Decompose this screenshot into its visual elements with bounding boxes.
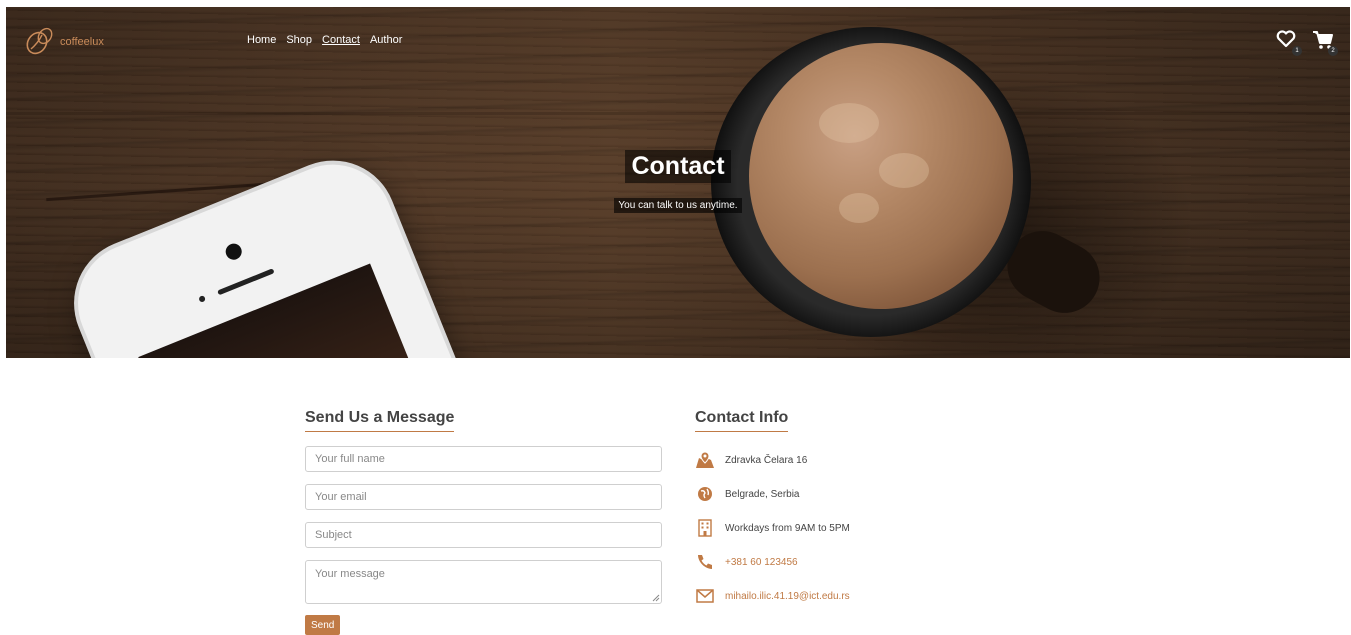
phone-screen (138, 263, 453, 358)
logo[interactable]: coffeelux (22, 25, 104, 59)
nav-author[interactable]: Author (370, 34, 402, 46)
email-input[interactable] (305, 484, 662, 510)
hero-subtitle-wrap: You can talk to us anytime. (6, 193, 1350, 213)
subject-input[interactable] (305, 522, 662, 548)
building-icon (695, 518, 715, 538)
hours-text: Workdays from 9AM to 5PM (725, 522, 850, 534)
contact-info-title: Contact Info (695, 409, 789, 432)
heart-icon (1276, 30, 1296, 48)
cart-button[interactable]: 2 (1312, 30, 1338, 56)
city-text: Belgrade, Serbia (725, 488, 800, 500)
wishlist-count: 1 (1292, 46, 1302, 56)
phone-link[interactable]: +381 60 123456 (725, 557, 798, 568)
resize-grip-icon[interactable] (652, 594, 660, 602)
nav-actions: 1 2 (1276, 30, 1338, 56)
wishlist-button[interactable]: 1 (1276, 30, 1302, 56)
envelope-icon (695, 586, 715, 606)
froth (819, 103, 879, 143)
page-title: Contact (625, 150, 731, 183)
hero-title-wrap: Contact (6, 150, 1350, 183)
info-phone: +381 60 123456 (695, 551, 798, 573)
globe-icon (695, 484, 715, 504)
wood-grain (6, 112, 1350, 115)
brand-name: coffeelux (60, 36, 104, 48)
hero-banner: coffeelux Home Shop Contact Author 1 2 C… (6, 7, 1350, 358)
full-name-input[interactable] (305, 446, 662, 472)
phone-speaker (217, 268, 275, 296)
main-menu: Home Shop Contact Author (247, 34, 402, 46)
nav-home[interactable]: Home (247, 34, 276, 46)
page-subtitle: You can talk to us anytime. (614, 198, 742, 213)
nav-contact[interactable]: Contact (322, 34, 360, 46)
info-hours: Workdays from 9AM to 5PM (695, 517, 850, 539)
phone-icon (695, 552, 715, 572)
map-marker-icon (695, 450, 715, 470)
info-city: Belgrade, Serbia (695, 483, 800, 505)
send-button[interactable]: Send (305, 615, 341, 635)
phone-sensor (198, 295, 207, 303)
address-text: Zdravka Čelara 16 (725, 454, 808, 466)
cart-count: 2 (1328, 46, 1338, 56)
email-link[interactable]: mihailo.ilic.41.19@ict.edu.rs (725, 591, 850, 602)
message-textarea[interactable] (305, 560, 662, 604)
nav-shop[interactable]: Shop (286, 34, 312, 46)
top-navbar: coffeelux Home Shop Contact Author 1 2 (6, 7, 1350, 67)
coffee-bean-icon (26, 27, 53, 55)
phone-camera (223, 241, 245, 263)
form-title: Send Us a Message (305, 409, 455, 432)
info-email: mihailo.ilic.41.19@ict.edu.rs (695, 585, 850, 607)
info-address: Zdravka Čelara 16 (695, 449, 807, 471)
